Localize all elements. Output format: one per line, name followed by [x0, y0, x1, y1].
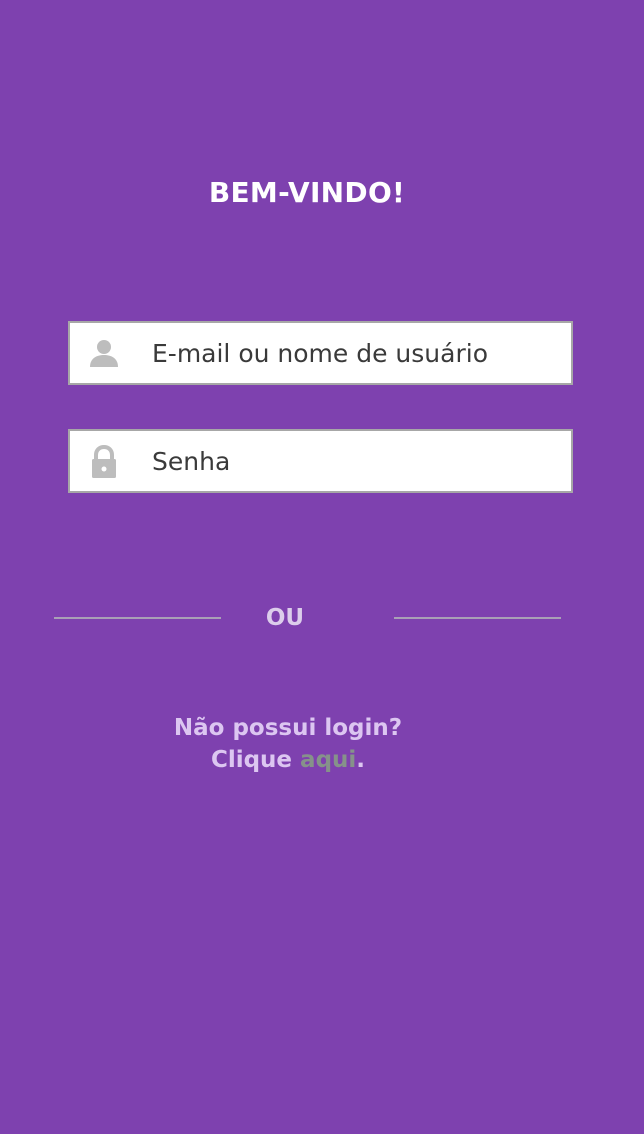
welcome-title: BEM-VINDO! — [208, 176, 406, 209]
password-input[interactable] — [152, 431, 562, 491]
signup-action-line: Clique aqui. — [158, 744, 418, 776]
lock-icon — [86, 444, 122, 480]
signup-link[interactable]: aqui — [300, 747, 356, 773]
divider-text: OU — [265, 605, 305, 631]
email-field[interactable] — [68, 321, 573, 385]
signup-question: Não possui login? — [173, 715, 403, 741]
divider-line-right — [394, 617, 561, 619]
password-field[interactable] — [68, 429, 573, 493]
signup-prompt: Não possui login? Clique aqui. — [158, 712, 418, 776]
signup-prefix: Clique — [210, 747, 293, 773]
email-input[interactable] — [152, 323, 562, 383]
divider-line-left — [54, 617, 221, 619]
signup-suffix: . — [356, 747, 366, 773]
user-icon — [86, 336, 122, 372]
